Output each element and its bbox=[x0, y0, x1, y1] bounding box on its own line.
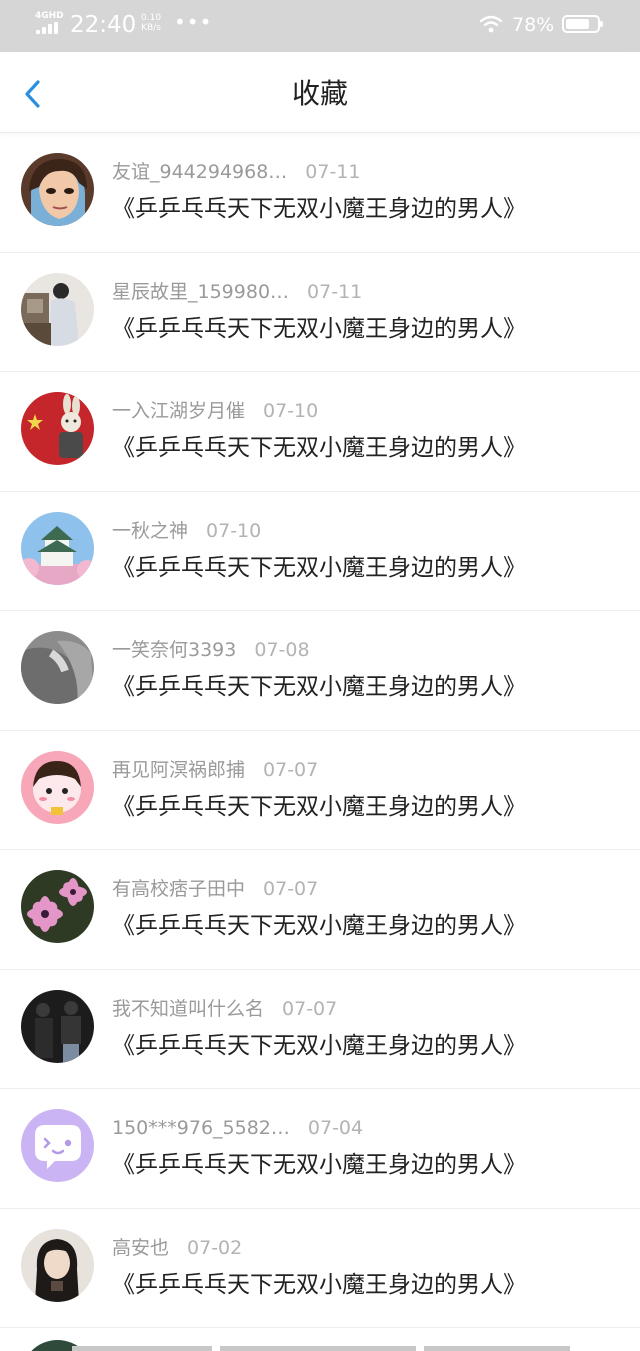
battery-percent: 78% bbox=[512, 14, 555, 36]
item-title[interactable]: 《乒乒乓乓天下无双小魔王身边的男人》 bbox=[112, 193, 526, 225]
nav-bar: 收藏 bbox=[0, 52, 640, 133]
item-meta: 星辰故里_159980… 07-11 bbox=[112, 279, 362, 305]
network-type: 4GHD bbox=[35, 11, 64, 21]
item-title[interactable]: 《乒乒乓乓天下无双小魔王身边的男人》 bbox=[112, 432, 526, 464]
avatar[interactable] bbox=[21, 631, 94, 704]
more-notifications-icon: ••• bbox=[174, 10, 213, 34]
list-item[interactable]: 星辰故里_159980… 07-11 《乒乒乓乓天下无双小魔王身边的男人》 bbox=[0, 253, 640, 372]
list-item[interactable]: 友谊_944294968… 07-11 《乒乒乓乓天下无双小魔王身边的男人》 bbox=[0, 133, 640, 253]
avatar[interactable] bbox=[21, 272, 94, 346]
item-meta: 一秋之神 07-10 bbox=[112, 518, 261, 544]
item-meta: 一笑奈何3393 07-08 bbox=[112, 637, 310, 663]
list-item[interactable]: 一笑奈何3393 07-08 《乒乒乓乓天下无双小魔王身边的男人》 bbox=[0, 611, 640, 731]
username[interactable]: 我不知道叫什么名 bbox=[112, 998, 264, 1020]
item-title[interactable]: 《乒乒乓乓天下无双小魔王身边的男人》 bbox=[112, 313, 526, 345]
username[interactable]: 一笑奈何3393 bbox=[112, 639, 236, 661]
post-date: 07-08 bbox=[254, 639, 310, 661]
post-date: 07-11 bbox=[305, 161, 361, 183]
username[interactable]: 友谊_944294968… bbox=[112, 161, 287, 183]
avatar[interactable] bbox=[21, 153, 94, 226]
item-title[interactable]: 《乒乒乓乓天下无双小魔王身边的男人》 bbox=[112, 552, 526, 584]
speed-unit: KB/s bbox=[141, 23, 161, 33]
username[interactable]: 再见阿溟祸郎捕 bbox=[112, 759, 245, 781]
item-meta: 友谊_944294968… 07-11 bbox=[112, 159, 361, 185]
list-item[interactable]: 高安也 07-02 《乒乒乓乓天下无双小魔王身边的男人》 bbox=[0, 1209, 640, 1328]
item-meta: 再见阿溟祸郎捕 07-07 bbox=[112, 757, 318, 783]
item-meta: 高安也 07-02 bbox=[112, 1235, 242, 1261]
username[interactable]: 星辰故里_159980… bbox=[112, 281, 289, 303]
item-title[interactable]: 《乒乒乓乓天下无双小魔王身边的男人》 bbox=[112, 1269, 526, 1301]
username[interactable]: 150***976_5582… bbox=[112, 1117, 290, 1139]
status-bar: 4GHD 22:40 0.10 KB/s ••• 78% bbox=[0, 0, 640, 52]
item-meta: 一入江湖岁月催 07-10 bbox=[112, 398, 318, 424]
page-title: 收藏 bbox=[291, 77, 348, 110]
list-item[interactable]: 一入江湖岁月催 07-10 《乒乒乓乓天下无双小魔王身边的男人》 bbox=[0, 372, 640, 492]
post-date: 07-10 bbox=[206, 519, 262, 542]
avatar[interactable] bbox=[21, 511, 94, 585]
username[interactable]: 一入江湖岁月催 bbox=[112, 400, 245, 422]
post-date: 07-04 bbox=[307, 1117, 364, 1139]
post-date: 07-02 bbox=[187, 1236, 243, 1259]
item-title[interactable]: 《乒乒乓乓天下无双小魔王身边的男人》 bbox=[112, 910, 526, 942]
item-title[interactable]: 《乒乒乓乓天下无双小魔王身边的男人》 bbox=[112, 671, 526, 703]
battery-fill bbox=[566, 19, 589, 29]
item-meta: 有高校痞子田中 07-07 bbox=[112, 876, 318, 902]
speed-value: 0.10 bbox=[141, 13, 162, 23]
wifi-icon bbox=[480, 15, 502, 33]
favorites-list: 友谊_944294968… 07-11 《乒乒乓乓天下无双小魔王身边的男人》 星辰故… bbox=[0, 133, 640, 1328]
avatar[interactable] bbox=[21, 392, 94, 465]
username[interactable]: 一秋之神 bbox=[112, 520, 188, 542]
post-date: 07-07 bbox=[263, 758, 319, 781]
list-item[interactable]: 有高校痞子田中 07-07 《乒乒乓乓天下无双小魔王身边的男人》 bbox=[0, 850, 640, 970]
username[interactable]: 有高校痞子田中 bbox=[112, 878, 245, 900]
network-speed: 0.10 KB/s bbox=[141, 13, 161, 33]
post-date: 07-10 bbox=[263, 400, 319, 422]
avatar[interactable] bbox=[21, 870, 94, 943]
item-title[interactable]: 《乒乒乓乓天下无双小魔王身边的男人》 bbox=[112, 1149, 526, 1181]
list-item[interactable]: 再见阿溟祸郎捕 07-07 《乒乒乓乓天下无双小魔王身边的男人》 bbox=[0, 731, 640, 850]
list-item[interactable]: 150***976_5582… 07-04 《乒乒乓乓天下无双小魔王身边的男人》 bbox=[0, 1089, 640, 1209]
post-date: 07-11 bbox=[307, 280, 363, 303]
username[interactable]: 高安也 bbox=[112, 1237, 169, 1259]
avatar[interactable] bbox=[21, 1109, 94, 1182]
status-time: 22:40 bbox=[70, 12, 137, 38]
item-title[interactable]: 《乒乒乓乓天下无双小魔王身边的男人》 bbox=[112, 791, 526, 823]
battery-icon bbox=[562, 15, 603, 33]
item-meta: 我不知道叫什么名 07-07 bbox=[112, 996, 337, 1022]
avatar[interactable] bbox=[21, 750, 94, 824]
list-item[interactable]: 我不知道叫什么名 07-07 《乒乒乓乓天下无双小魔王身边的男人》 bbox=[0, 970, 640, 1089]
post-date: 07-07 bbox=[282, 997, 338, 1020]
item-title[interactable]: 《乒乒乓乓天下无双小魔王身边的男人》 bbox=[112, 1030, 526, 1062]
post-date: 07-07 bbox=[263, 878, 319, 900]
avatar[interactable] bbox=[21, 1228, 94, 1302]
list-item[interactable]: 一秋之神 07-10 《乒乒乓乓天下无双小魔王身边的男人》 bbox=[0, 492, 640, 611]
item-meta: 150***976_5582… 07-04 bbox=[112, 1115, 363, 1141]
list-item-partial bbox=[0, 1328, 640, 1351]
signal-icon bbox=[36, 22, 62, 34]
avatar[interactable] bbox=[21, 989, 94, 1063]
